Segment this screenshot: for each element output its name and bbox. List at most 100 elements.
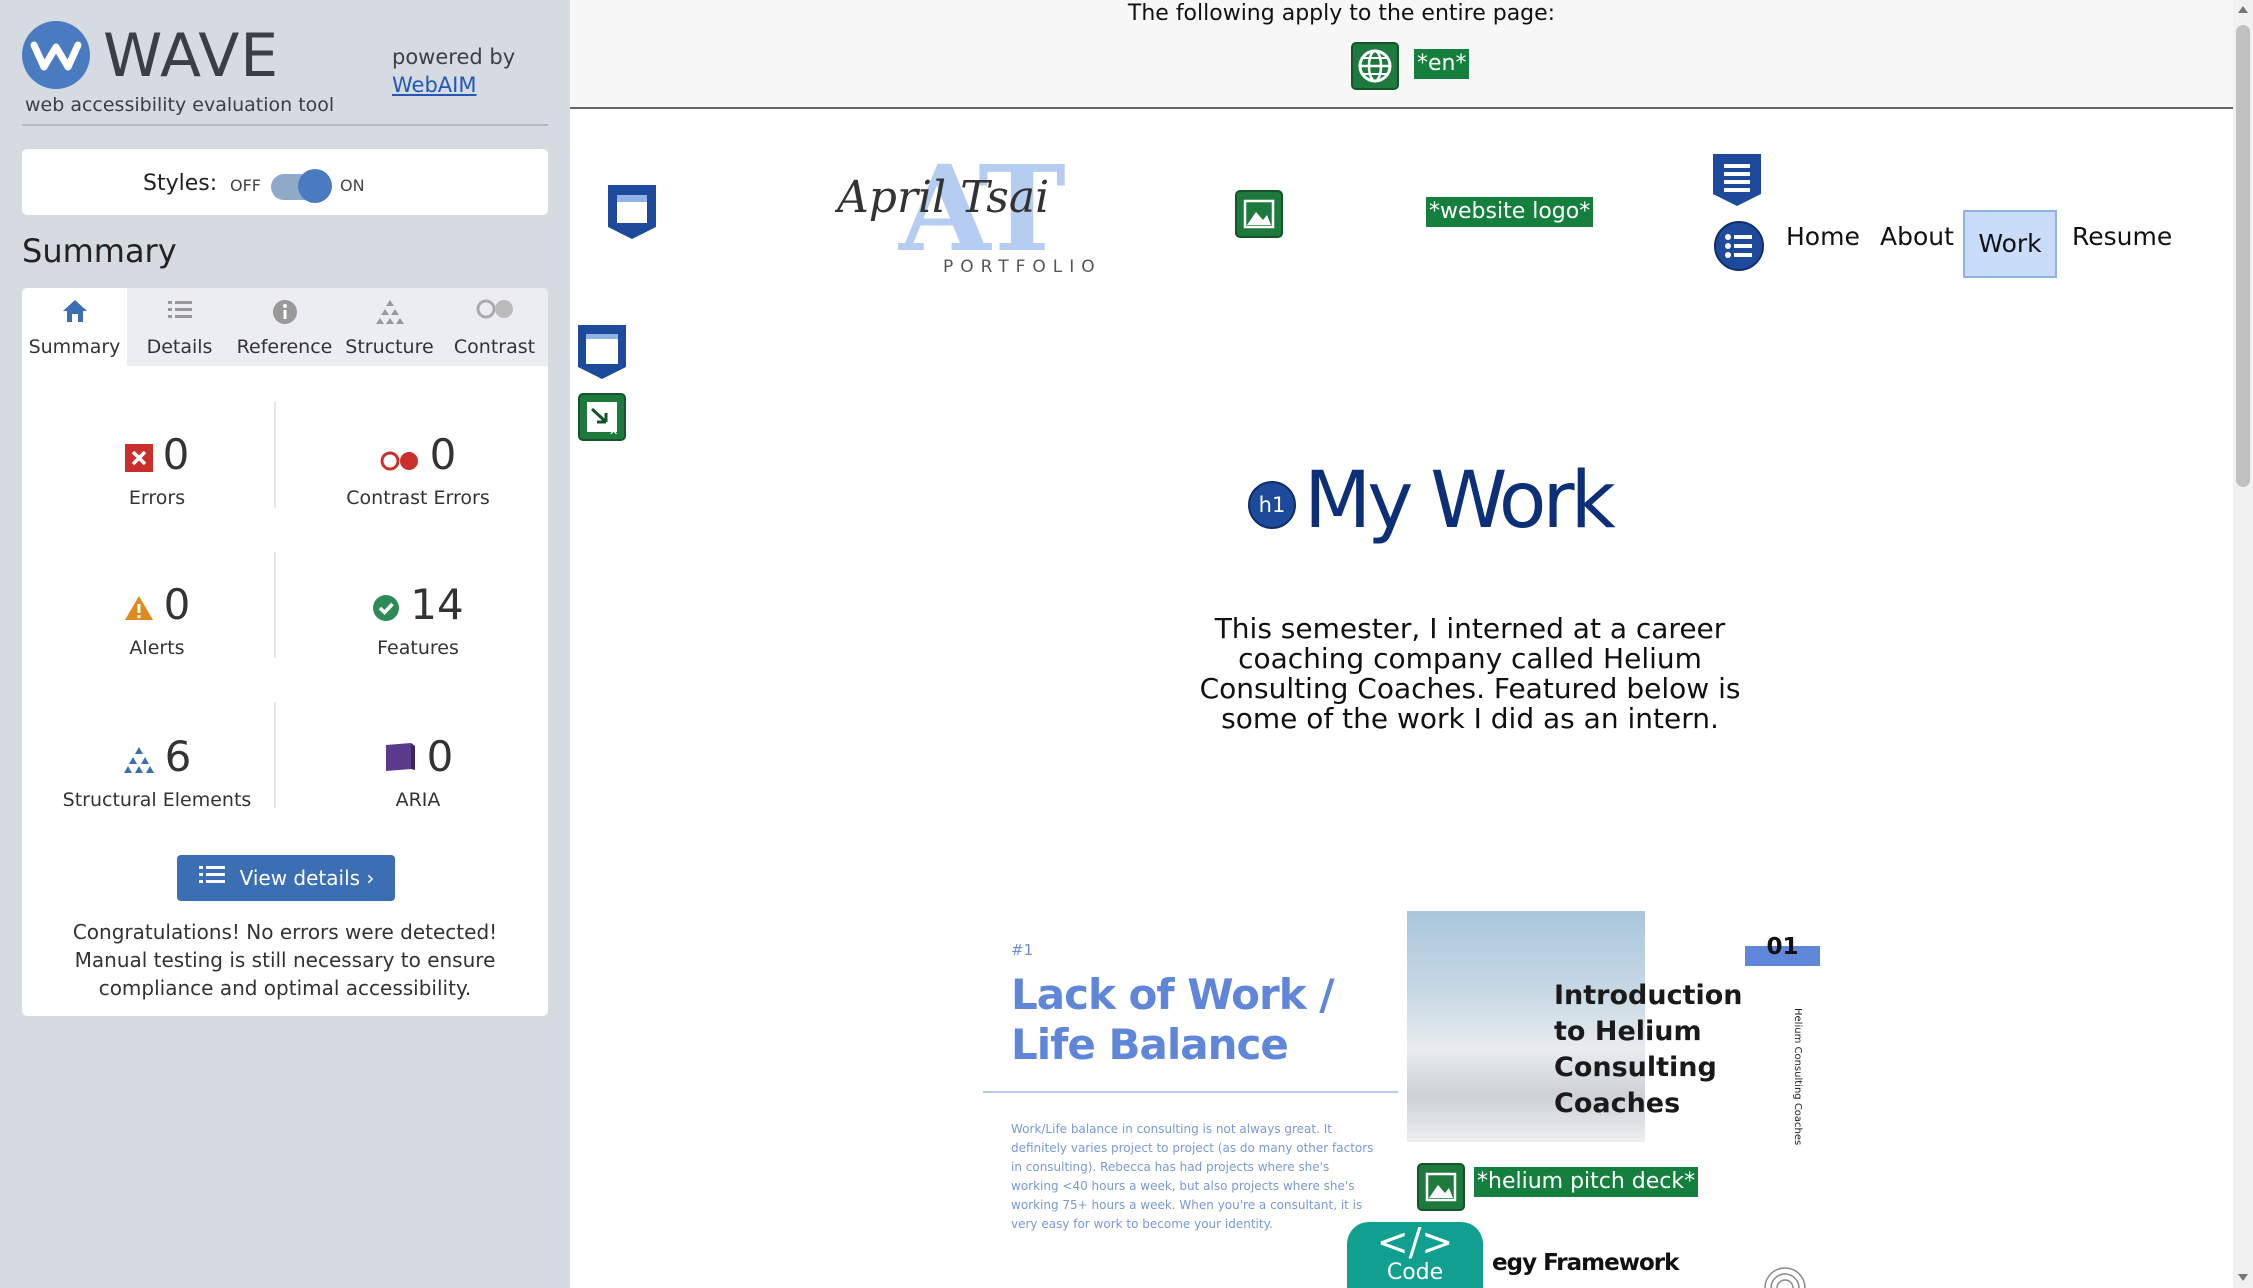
header-region-icon[interactable] — [605, 183, 659, 245]
view-details-label: View details › — [239, 866, 375, 890]
styles-off-label: OFF — [230, 176, 261, 195]
list-icon[interactable] — [1713, 220, 1765, 276]
navigation-region-icon[interactable] — [1710, 152, 1764, 212]
nav-resume[interactable]: Resume — [2072, 222, 2172, 251]
scroll-down-icon[interactable] — [2238, 1274, 2248, 1281]
stat-contrast-errors: 0 Contrast Errors — [298, 430, 538, 509]
slide-right-title: Introduction to Helium Consulting Coache… — [1554, 980, 1743, 1119]
styles-label: Styles: — [143, 171, 218, 196]
powered-by: powered by WebAIM — [392, 43, 515, 99]
congrats-message: Congratulations! No errors were detected… — [72, 920, 498, 1000]
slide-strategy-text: egy Framework — [1492, 1250, 1679, 1276]
tab-contrast[interactable]: Contrast — [442, 288, 547, 366]
code-icon: </> — [1376, 1220, 1454, 1264]
alert-icon — [124, 583, 154, 633]
structural-label: Structural Elements — [62, 788, 252, 811]
divider — [983, 1091, 1398, 1093]
image-icon[interactable] — [1417, 1163, 1465, 1211]
nav-about[interactable]: About — [1880, 222, 1954, 251]
stat-structural: 6 Structural Elements — [37, 732, 277, 811]
main-region-icon[interactable] — [575, 323, 629, 385]
features-label: Features — [377, 636, 459, 659]
skip-link-icon[interactable]: ✕ — [578, 393, 626, 441]
contrast-icon — [442, 298, 547, 326]
summary-panel: Summary Details Reference Structure Cont… — [22, 288, 548, 1016]
nav-home[interactable]: Home — [1786, 222, 1860, 251]
errors-count: 0 — [162, 430, 190, 479]
pitch-deck-alt-tag: *helium pitch deck* — [1474, 1167, 1699, 1197]
svg-text:✕: ✕ — [609, 425, 618, 438]
list-icon — [198, 857, 226, 903]
alerts-count: 0 — [163, 580, 191, 629]
list-icon — [127, 298, 232, 326]
banner-text: The following apply to the entire page: — [1127, 1, 1556, 26]
slide-right-number: 01 — [1766, 934, 1799, 960]
stat-aria: 0 ARIA — [298, 732, 538, 811]
styles-toggle-knob[interactable] — [298, 169, 332, 203]
language-tag: *en* — [1414, 49, 1470, 79]
stat-alerts: 0 Alerts — [37, 580, 277, 659]
structure-icon — [123, 735, 155, 785]
tab-details[interactable]: Details — [127, 288, 232, 366]
wave-sidebar: WAVE web accessibility evaluation tool p… — [0, 0, 570, 1288]
view-details-button[interactable]: View details › — [177, 855, 395, 901]
logo-portfolio: PORTFOLIO — [943, 257, 1102, 277]
summary-heading: Summary — [22, 232, 177, 270]
structural-count: 6 — [164, 732, 192, 781]
nav-work[interactable]: Work — [1963, 210, 2057, 278]
features-count: 14 — [410, 580, 464, 629]
tab-structure[interactable]: Structure — [337, 288, 442, 366]
tab-details-label: Details — [146, 336, 213, 358]
image-icon[interactable] — [1235, 190, 1283, 238]
styles-on-label: ON — [340, 176, 365, 195]
powered-by-text: powered by — [392, 45, 516, 69]
aria-count: 0 — [426, 732, 454, 781]
slide-vertical-text: Helium Consulting Coaches — [1792, 1008, 1803, 1146]
code-label: Code — [1386, 1260, 1444, 1285]
page-wide-banner: The following apply to the entire page: … — [570, 0, 2233, 109]
contrast-error-icon — [380, 433, 420, 483]
contrast-errors-label: Contrast Errors — [346, 486, 490, 509]
slide-number: #1 — [1011, 941, 1034, 959]
fingerprint-icon — [1760, 1262, 1810, 1288]
hierarchy-icon — [337, 298, 442, 326]
slide-left-body: Work/Life balance in consulting is not a… — [1011, 1122, 1374, 1231]
stat-errors: 0 Errors — [37, 430, 277, 509]
scroll-thumb[interactable] — [2236, 25, 2250, 487]
webaim-link[interactable]: WebAIM — [392, 73, 476, 97]
tab-reference-label: Reference — [236, 336, 333, 358]
tab-summary-label: Summary — [28, 336, 121, 358]
divider — [22, 124, 548, 126]
aria-label: ARIA — [395, 788, 441, 811]
contrast-errors-count: 0 — [429, 430, 457, 479]
h1-heading-icon[interactable]: h1 — [1248, 481, 1296, 529]
errors-label: Errors — [128, 486, 186, 509]
styles-toggle-card: Styles: OFF ON — [22, 149, 548, 215]
logo-script: April Tsai — [835, 172, 1049, 223]
code-toggle-button[interactable]: </> Code — [1347, 1222, 1483, 1288]
home-icon — [22, 298, 127, 326]
error-icon — [124, 433, 153, 483]
wave-brand: WAVE — [103, 21, 280, 91]
info-icon — [232, 298, 337, 326]
logo-alt-tag: *website logo* — [1426, 197, 1594, 227]
aria-icon — [383, 735, 417, 785]
stat-features: 14 Features — [298, 580, 538, 659]
website-logo[interactable]: AT April Tsai PORTFOLIO — [833, 139, 1135, 285]
scrollbar[interactable] — [2233, 0, 2253, 1288]
language-globe-icon[interactable] — [1351, 42, 1399, 90]
alerts-label: Alerts — [129, 636, 185, 659]
slide-left-title: Lack of Work / Life Balance — [1011, 970, 1335, 1069]
tab-reference[interactable]: Reference — [232, 288, 337, 366]
scroll-up-icon[interactable] — [2238, 6, 2248, 13]
wave-logo-icon — [22, 21, 90, 89]
tab-contrast-label: Contrast — [453, 336, 536, 358]
page-title: My Work — [1304, 456, 1616, 546]
tab-summary[interactable]: Summary — [22, 288, 127, 366]
wave-subtitle: web accessibility evaluation tool — [25, 94, 335, 116]
feature-check-icon — [372, 583, 400, 633]
tab-structure-label: Structure — [345, 336, 434, 358]
tab-bar: Summary Details Reference Structure Cont… — [22, 288, 548, 366]
intro-paragraph: This semester, I interned at a career co… — [1199, 612, 1741, 735]
page-preview: The following apply to the entire page: … — [570, 0, 2233, 1288]
